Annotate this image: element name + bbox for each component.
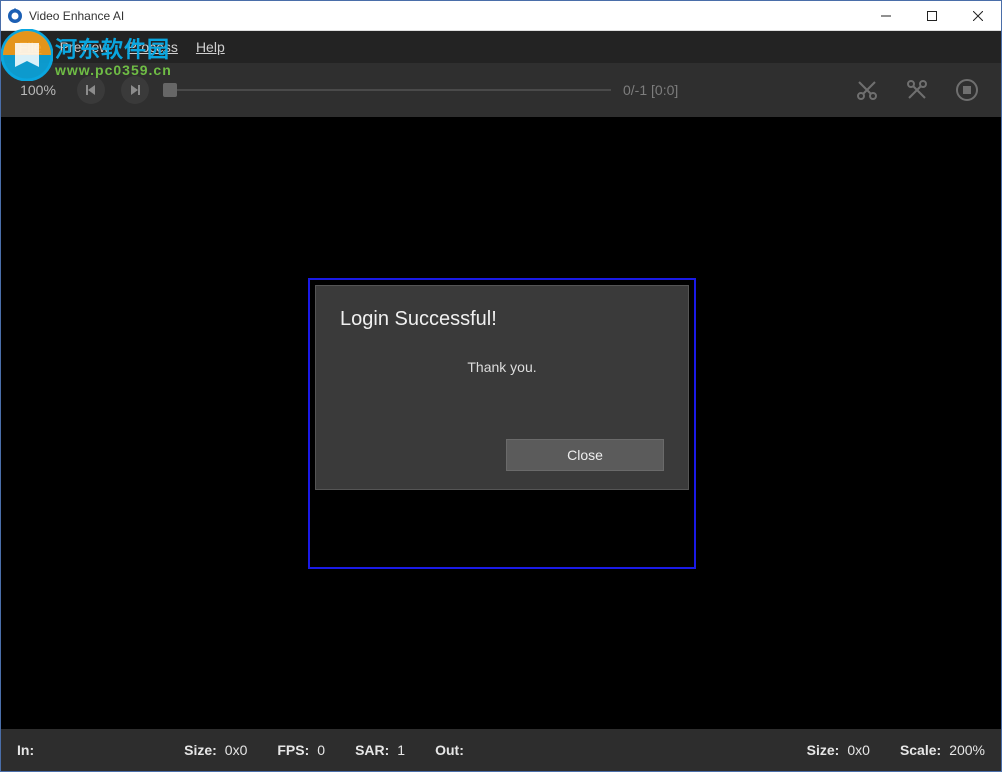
toolbar: 100% 0/-1 [0:0] [1, 63, 1001, 117]
titlebar-left: Video Enhance AI [1, 8, 124, 24]
stop-icon[interactable] [955, 78, 979, 102]
app-icon [7, 8, 23, 24]
in-size-value: 0x0 [225, 742, 248, 758]
dialog-message: Thank you. [340, 359, 664, 375]
dialog-actions: Close [340, 439, 664, 471]
timeline-track [165, 89, 611, 91]
in-size-label: Size: [184, 742, 217, 758]
zoom-level: 100% [15, 82, 61, 98]
menu-process[interactable]: Process [127, 39, 178, 55]
sar-label: SAR: [355, 742, 389, 758]
skip-forward-icon [128, 83, 142, 97]
out-label: Out: [435, 742, 464, 758]
titlebar-controls [863, 1, 1001, 30]
cut-start-icon[interactable] [855, 78, 879, 102]
window-title: Video Enhance AI [29, 9, 124, 23]
in-label: In: [17, 742, 34, 758]
titlebar: Video Enhance AI [1, 1, 1001, 31]
video-viewport: Login Successful! Thank you. Close [1, 117, 1001, 729]
maximize-button[interactable] [909, 1, 955, 30]
close-button[interactable] [955, 1, 1001, 30]
next-frame-button[interactable] [121, 76, 149, 104]
statusbar: In: Size: 0x0 FPS: 0 SAR: 1 Out: Size: 0… [1, 729, 1001, 771]
app-window: Video Enhance AI 河东软件园 www.pc0359.cn [0, 0, 1002, 772]
fps-value: 0 [317, 742, 325, 758]
cut-end-icon[interactable] [905, 78, 929, 102]
scale-value: 200% [949, 742, 985, 758]
dialog-close-button[interactable]: Close [506, 439, 664, 471]
prev-frame-button[interactable] [77, 76, 105, 104]
scale-label: Scale: [900, 742, 941, 758]
menu-file[interactable]: File [19, 39, 42, 55]
timeline-slider[interactable]: 0/-1 [0:0] [165, 82, 703, 98]
sar-value: 1 [397, 742, 405, 758]
tool-icons [855, 78, 979, 102]
fps-label: FPS: [277, 742, 309, 758]
skip-back-icon [84, 83, 98, 97]
out-size-value: 0x0 [847, 742, 870, 758]
login-dialog: Login Successful! Thank you. Close [315, 285, 689, 490]
menubar: File Preview Process Help [1, 31, 1001, 63]
minimize-button[interactable] [863, 1, 909, 30]
menu-help[interactable]: Help [196, 39, 225, 55]
timeline-thumb[interactable] [163, 83, 177, 97]
frame-counter: 0/-1 [0:0] [623, 82, 703, 98]
out-size-label: Size: [807, 742, 840, 758]
dialog-title: Login Successful! [340, 308, 664, 331]
menu-preview[interactable]: Preview [60, 39, 110, 55]
